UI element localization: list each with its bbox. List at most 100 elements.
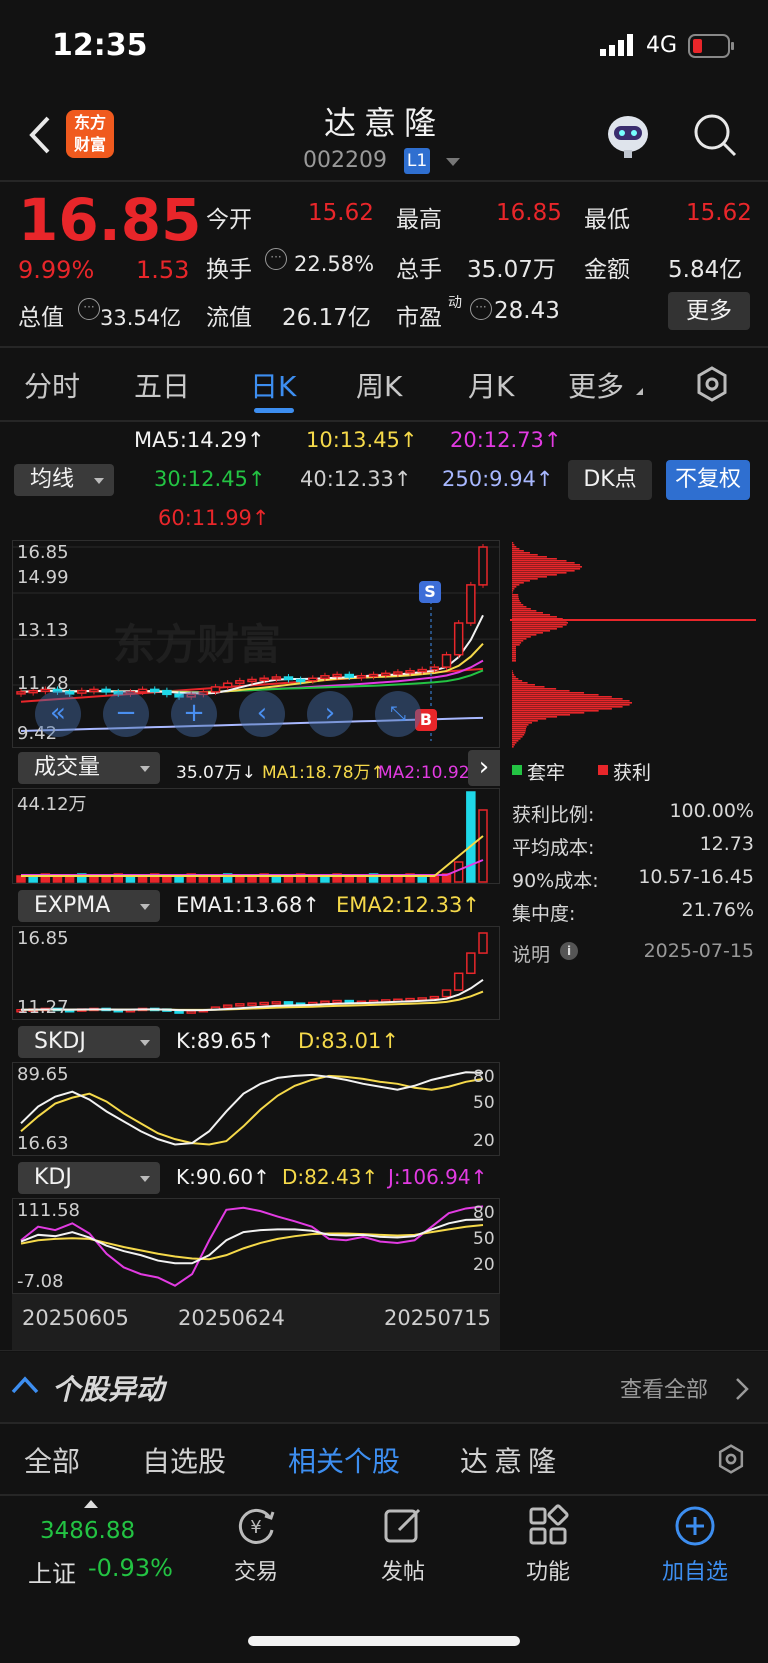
trapped-legend: 套牢 [527,762,566,784]
nav-post[interactable]: 发帖 [363,1504,443,1586]
market-cap-info-icon[interactable]: ··· [78,298,100,320]
chip-bar [512,688,557,690]
skdj-canvas [20,1071,484,1146]
chevron-right-icon[interactable] [734,1376,750,1406]
chip-bar [512,624,567,626]
kline-chart[interactable]: 东方财富 16.85 14.99 13.13 11.28 9.42 S B « … [12,540,500,748]
sub-tab-2[interactable]: 相关个股 [288,1440,400,1480]
expma-candle [247,1002,257,1006]
chip-bar [512,612,543,614]
robot-avatar-icon[interactable] [602,112,654,164]
turnover-value: 22.58% [294,252,375,276]
tab-period-2[interactable]: 日K [250,365,296,405]
chip-bar [512,642,522,644]
pe-value: 28.43 [494,298,560,324]
volume-chart[interactable]: 44.12万 [12,788,500,884]
dk-point-button[interactable]: DK点 [568,460,652,500]
chip-bar [512,592,513,594]
more-button[interactable]: 更多 [668,292,750,330]
nav-trade[interactable]: ¥ 交易 [216,1504,296,1586]
index-value: 3486.88 [40,1518,136,1544]
chip-bar [512,678,519,680]
level-badge[interactable]: L1 [404,148,430,174]
skdj-d-legend: D:83.01↑ [298,1029,399,1053]
expma-y-bottom: 11.27 [17,997,69,1018]
chip-bar [512,542,514,544]
fullscreen-button[interactable]: ⤡ [375,691,421,737]
trapped-legend-swatch [512,765,522,775]
scroll-right-button[interactable]: › [307,691,353,737]
chip-bar [512,674,515,676]
zoom-out-button[interactable]: − [103,691,149,737]
nav-functions[interactable]: 功能 [508,1504,588,1586]
kdj-selector[interactable]: KDJ [18,1162,160,1194]
tab-period-1[interactable]: 五日 [134,365,190,405]
chip-bar [512,638,527,640]
pe-info-icon[interactable]: ··· [470,298,492,320]
collapse-up-icon[interactable] [10,1374,40,1400]
chip-bar [512,622,568,624]
view-all-link[interactable]: 查看全部 [620,1372,708,1404]
turnover-info-icon[interactable]: ··· [265,248,287,270]
tab-period-0[interactable]: 分时 [24,365,80,405]
chip-bar [512,648,516,650]
chip-bar [512,608,531,610]
scroll-left-button[interactable]: ‹ [239,691,285,737]
expma-candle [429,995,440,1000]
scroll-far-left-button[interactable]: « [35,691,81,737]
tab-period-4[interactable]: 月K [468,365,514,405]
chip-row-value: 21.76% [681,899,754,921]
chip-bar [512,646,516,648]
volume-indicator-selector[interactable]: 成交量 [18,752,160,784]
expma-candle [222,1004,233,1008]
index-name: 上证 [28,1560,76,1588]
chip-bar [512,696,612,698]
ma-selector[interactable]: 均线 [14,464,114,496]
chip-bar [512,556,547,558]
info-icon[interactable]: i [560,942,578,960]
chip-bar [512,602,522,604]
candle [235,679,245,684]
chip-bar [512,722,533,724]
chip-distribution-chart[interactable] [510,540,756,750]
nav-add-watchlist[interactable]: 加自选 [654,1504,736,1586]
chart-settings-icon[interactable] [694,366,730,406]
volume-ma1-legend: MA1:18.78万↑ [262,763,385,783]
sub-tab-3[interactable]: 达意隆 [460,1440,562,1480]
adjust-button[interactable]: 不复权 [666,460,750,500]
expand-panel-button[interactable]: › [468,750,500,786]
chip-note-label[interactable]: 说明 [512,940,550,967]
zoom-in-button[interactable]: + [171,691,217,737]
search-icon[interactable] [692,112,738,162]
sub-tab-1[interactable]: 自选股 [142,1440,226,1480]
volume-label: 总手 [396,257,442,283]
tab-period-3[interactable]: 周K [356,365,402,405]
ma30-legend: 30:12.45↑ [154,467,266,491]
sell-marker[interactable]: S [419,581,441,603]
chip-bar [512,628,557,630]
skdj-chart[interactable]: 89.65 16.63 80 50 20 [12,1062,500,1156]
expma-chart[interactable]: 16.85 11.27 [12,926,500,1020]
level-dropdown-icon[interactable] [446,158,460,166]
home-indicator[interactable] [248,1636,520,1646]
kdj-canvas [20,1205,484,1287]
chip-bar [512,636,531,638]
expma-selector[interactable]: EXPMA [18,890,160,922]
chip-bar [512,564,581,566]
tab-period-5[interactable]: 更多 [568,365,624,405]
candle [441,653,452,668]
sub-tab-0[interactable]: 全部 [24,1440,80,1480]
chip-bar [512,600,520,602]
chevron-down-icon [140,766,150,772]
low-label: 最低 [584,207,630,233]
volume-bar [478,809,488,883]
chip-bar [512,590,514,592]
skdj-selector[interactable]: SKDJ [18,1026,160,1058]
chip-bar [512,712,585,714]
chip-bar [512,552,530,554]
index-ticker[interactable]: 3486.88 上证 -0.93% [0,1496,184,1596]
kdj-chart[interactable]: 111.58 -7.08 80 50 20 [12,1198,500,1294]
chip-bar [512,692,585,694]
sub-tabs-settings-icon[interactable] [716,1444,746,1478]
chip-bar [512,730,526,732]
